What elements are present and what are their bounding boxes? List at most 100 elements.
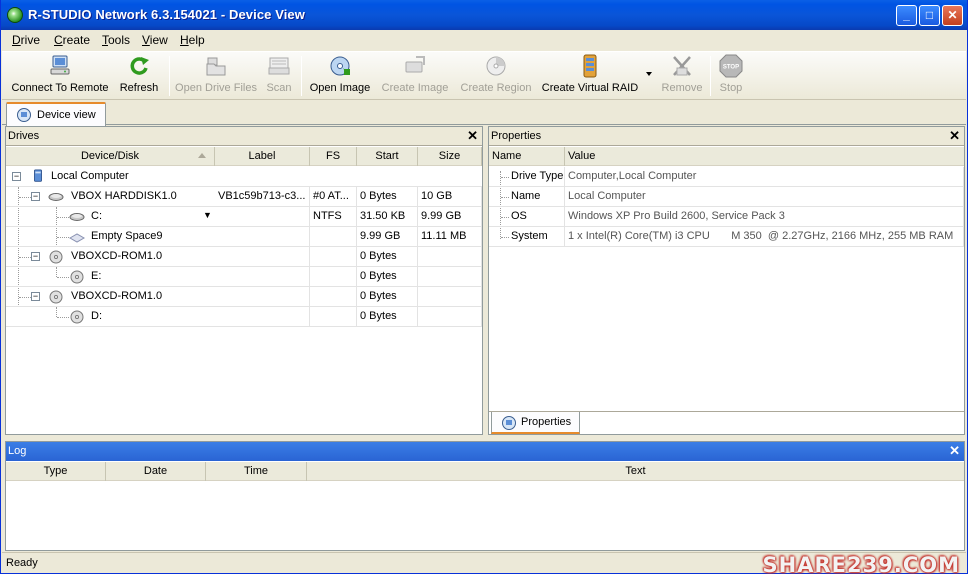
col-size[interactable]: Size [418,147,482,166]
collapse-toggle[interactable]: − [31,252,40,261]
cell-start: 0 Bytes [357,307,418,327]
partition-icon [69,213,85,221]
cell-fs: #0 AT... [310,187,357,207]
connect-to-remote-button[interactable]: Connect To Remote [10,54,110,100]
stop-label: Stop [719,82,743,94]
drives-column-headers: Device/Disk Label FS Start Size [6,147,482,166]
menu-tools[interactable]: Tools [102,33,130,47]
log-panel-close-button[interactable]: ✕ [949,443,960,459]
svg-text:STOP: STOP [723,65,739,71]
device-view-icon [17,108,31,122]
log-column-headers: Type Date Time Text [6,462,964,481]
scanner-icon [268,57,290,75]
open-image-button[interactable]: Open Image [308,54,372,100]
chevron-down-icon [646,72,652,76]
refresh-icon [130,57,149,75]
create-image-button[interactable]: Create Image [379,54,451,100]
refresh-button[interactable]: Refresh [114,54,164,100]
drives-panel-title: Drives [8,130,40,142]
cell-label [215,267,310,287]
tab-device-view[interactable]: Device view [6,102,106,126]
drives-panel-close-button[interactable]: ✕ [467,128,478,144]
menu-create[interactable]: Create [54,33,90,47]
properties-icon [502,416,516,430]
open-image-label: Open Image [309,82,371,94]
col-text[interactable]: Text [307,462,964,481]
property-row[interactable]: System 1 x Intel(R) Core(TM) i3 CPU M 35… [489,227,964,247]
device-name: Local Computer [51,170,129,182]
property-name: OS [508,207,565,227]
tree-connector [57,217,69,218]
col-device-disk[interactable]: Device/Disk [6,147,215,166]
status-text: Ready [6,557,38,569]
minimize-button[interactable]: _ [896,5,917,26]
log-panel: Log ✕ Type Date Time Text [5,441,965,551]
drive-row-empty-space[interactable]: Empty Space9 9.99 GB 11.11 MB [6,227,482,247]
menu-drive[interactable]: Drive [12,33,40,47]
property-row[interactable]: OS Windows XP Pro Build 2600, Service Pa… [489,207,964,227]
property-row[interactable]: Name Local Computer [489,187,964,207]
collapse-toggle[interactable]: − [31,192,40,201]
scan-button[interactable]: Scan [263,54,295,100]
drive-row-cdrom-2[interactable]: − VBOXCD-ROM1.0 0 Bytes [6,287,482,307]
device-name: Empty Space9 [91,230,163,242]
tree-connector [19,197,31,198]
property-value: Computer,Local Computer [565,167,964,187]
drive-row-e[interactable]: E: 0 Bytes [6,267,482,287]
cd-drive-icon [70,270,84,284]
col-date[interactable]: Date [106,462,206,481]
device-name: VBOX HARDDISK1.0 [71,190,177,202]
drive-row-vbox-harddisk[interactable]: − VBOX HARDDISK1.0 VB1c59b713-c3... #0 A… [6,187,482,207]
property-name: Drive Type [508,167,565,187]
menu-view[interactable]: View [142,33,168,47]
property-name: System [508,227,565,247]
stop-icon: STOP [719,54,743,78]
create-region-button[interactable]: Create Region [458,54,534,100]
stop-button[interactable]: STOP Stop [715,54,747,100]
drive-row-d[interactable]: D: 0 Bytes [6,307,482,327]
empty-space-icon [69,233,85,243]
cell-size: 10 GB [418,187,482,207]
col-start[interactable]: Start [357,147,418,166]
cell-fs: NTFS [310,207,357,227]
menu-help[interactable]: Help [180,33,205,47]
tree-connector [19,297,31,298]
maximize-button[interactable]: □ [919,5,940,26]
col-name[interactable]: Name [489,147,565,166]
col-fs[interactable]: FS [310,147,357,166]
collapse-toggle[interactable]: − [12,172,21,181]
open-drive-files-button[interactable]: Open Drive Files [174,54,258,100]
refresh-label: Refresh [119,82,159,94]
remove-button[interactable]: Remove [659,54,705,100]
cell-size: 11.11 MB [418,227,482,247]
cell-size: 9.99 GB [418,207,482,227]
toolbar-separator [169,56,170,96]
cd-rom-icon [49,250,63,264]
col-value[interactable]: Value [565,147,964,166]
title-bar[interactable]: R-STUDIO Network 6.3.154021 - Device Vie… [1,0,967,30]
col-label[interactable]: Label [215,147,310,166]
cell-size [418,307,482,327]
tree-connector [57,237,69,238]
create-region-label: Create Region [460,82,532,94]
properties-panel-close-button[interactable]: ✕ [949,128,960,144]
col-type[interactable]: Type [6,462,106,481]
computer-icon [34,169,42,182]
drive-row-local-computer[interactable]: − Local Computer [6,167,482,187]
toolbar: Connect To Remote Refresh Open Drive Fil… [2,51,966,100]
chevron-down-icon[interactable]: ▼ [203,210,212,220]
cell-label [215,307,310,327]
properties-panel-title: Properties [491,130,542,142]
close-button[interactable]: ✕ [942,5,963,26]
tab-properties[interactable]: Properties [491,412,580,434]
properties-panel: Properties ✕ Name Value Drive Type Compu… [488,126,965,435]
cell-label [215,207,310,227]
drive-row-c[interactable]: C: ▼ NTFS 31.50 KB 9.99 GB [6,207,482,227]
drive-row-cdrom-1[interactable]: − VBOXCD-ROM1.0 0 Bytes [6,247,482,267]
col-time[interactable]: Time [206,462,307,481]
toolbar-separator [710,56,711,96]
create-virtual-raid-button[interactable]: Create Virtual RAID [540,54,640,100]
status-bar: Ready SHARE239.COM [2,552,966,574]
property-row[interactable]: Drive Type Computer,Local Computer [489,167,964,187]
collapse-toggle[interactable]: − [31,292,40,301]
